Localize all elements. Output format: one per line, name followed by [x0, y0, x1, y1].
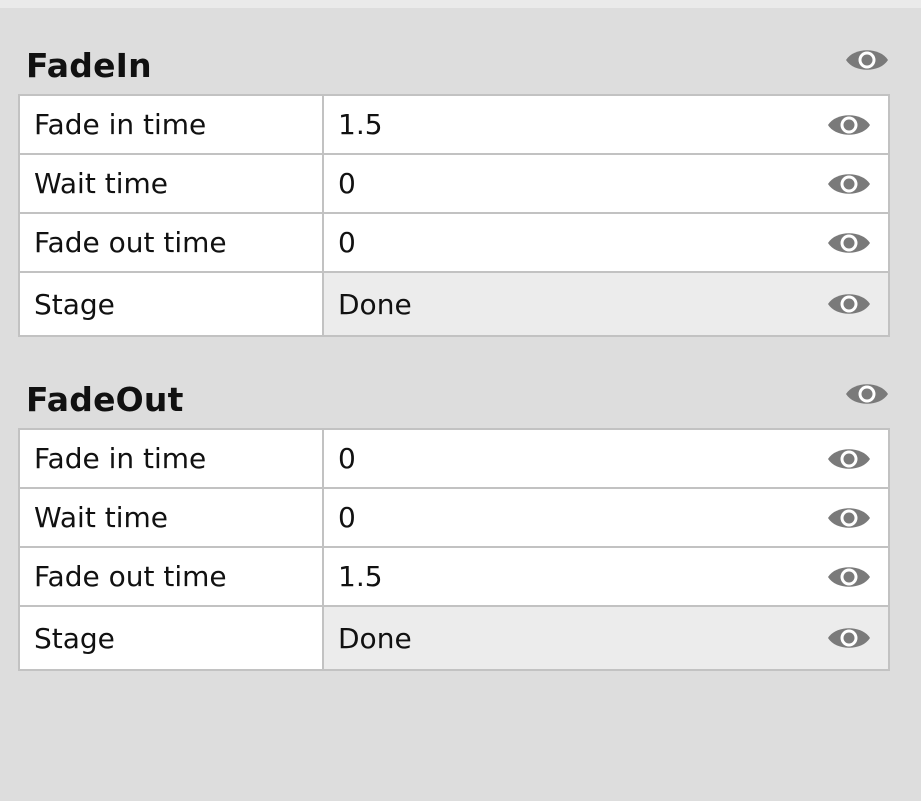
- property-value: 1.5: [338, 108, 383, 141]
- property-value: Done: [338, 621, 412, 655]
- property-row-wait-time: Wait time 0: [20, 489, 888, 548]
- property-value: 1.5: [338, 560, 383, 593]
- section-header: FadeOut: [18, 366, 890, 428]
- top-strip: [0, 0, 921, 8]
- property-name: Stage: [20, 273, 324, 335]
- property-value-readonly: Done: [324, 273, 888, 335]
- property-row-stage: Stage Done: [20, 607, 888, 669]
- property-name: Wait time: [20, 155, 324, 212]
- property-name: Fade in time: [20, 430, 324, 487]
- property-value-field[interactable]: 0: [324, 214, 888, 271]
- section-fadein: FadeIn Fade in time 1.5 Wait time 0 Fade…: [18, 32, 890, 337]
- property-value-readonly: Done: [324, 607, 888, 669]
- section-header: FadeIn: [18, 32, 890, 94]
- property-value-field[interactable]: 0: [324, 489, 888, 546]
- section-fadeout: FadeOut Fade in time 0 Wait time 0 Fade …: [18, 366, 890, 671]
- properties-table: Fade in time 1.5 Wait time 0 Fade out ti…: [18, 94, 890, 337]
- property-value: 0: [338, 167, 356, 200]
- section-title: FadeIn: [26, 46, 152, 85]
- property-row-fade-in-time: Fade in time 0: [20, 430, 888, 489]
- eye-icon[interactable]: [826, 109, 872, 141]
- property-name: Wait time: [20, 489, 324, 546]
- property-row-wait-time: Wait time 0: [20, 155, 888, 214]
- property-name: Fade out time: [20, 214, 324, 271]
- property-row-stage: Stage Done: [20, 273, 888, 335]
- property-value: 0: [338, 501, 356, 534]
- eye-icon[interactable]: [826, 227, 872, 259]
- property-name: Fade out time: [20, 548, 324, 605]
- eye-icon[interactable]: [844, 378, 890, 410]
- eye-icon[interactable]: [826, 168, 872, 200]
- eye-icon[interactable]: [826, 443, 872, 475]
- section-title: FadeOut: [26, 380, 184, 419]
- property-row-fade-out-time: Fade out time 0: [20, 214, 888, 273]
- properties-table: Fade in time 0 Wait time 0 Fade out time…: [18, 428, 890, 671]
- property-value-field[interactable]: 1.5: [324, 548, 888, 605]
- eye-icon[interactable]: [826, 561, 872, 593]
- property-value-field[interactable]: 0: [324, 155, 888, 212]
- property-row-fade-out-time: Fade out time 1.5: [20, 548, 888, 607]
- property-value: 0: [338, 226, 356, 259]
- eye-icon[interactable]: [826, 288, 872, 320]
- eye-icon[interactable]: [826, 502, 872, 534]
- property-name: Fade in time: [20, 96, 324, 153]
- eye-icon[interactable]: [826, 622, 872, 654]
- property-row-fade-in-time: Fade in time 1.5: [20, 96, 888, 155]
- eye-icon[interactable]: [844, 44, 890, 76]
- property-value: 0: [338, 442, 356, 475]
- property-value-field[interactable]: 0: [324, 430, 888, 487]
- property-value-field[interactable]: 1.5: [324, 96, 888, 153]
- property-value: Done: [338, 287, 412, 321]
- property-name: Stage: [20, 607, 324, 669]
